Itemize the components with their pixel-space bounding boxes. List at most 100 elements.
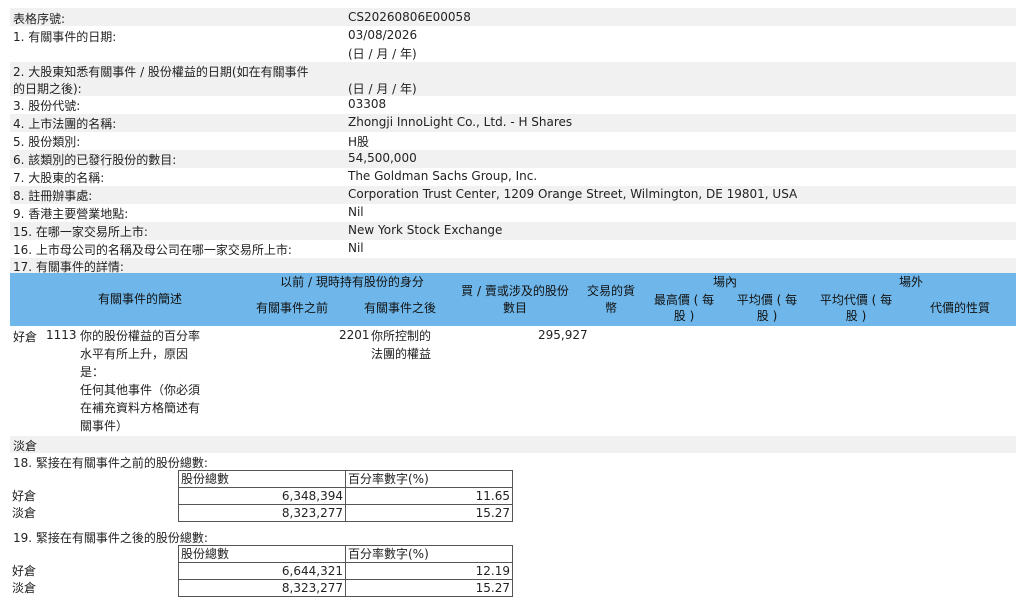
after-long-shares: 6,644,321 [178,562,346,580]
header-nature: 代價的性質 [929,301,990,315]
stock-code-value: 03308 [348,97,387,111]
event-desc-line: 水平有所上升，原因 [80,347,189,361]
stock-code-label: 3. 股份代號: [13,99,81,113]
before-total-label: 18. 緊接在有關事件之前的股份總數: [13,456,208,470]
row-parent-company: 16. 上市母公司的名稱及母公司在哪一家交易所上市: Nil [10,240,1016,258]
before-short-label: 淡倉 [12,506,37,520]
event-after-capacity: 你所控制的 法團的權益 [371,327,431,363]
issued-shares-label: 6. 該類別的已發行股份的數目: [13,153,177,167]
before-long-label: 好倉 [12,489,37,503]
header-shares-l1: 買 / 賣或涉及的股份 [461,284,569,298]
blank-cell [10,471,179,488]
header-high-l2: 股 ) [673,309,695,323]
before-col-shares: 股份總數 [178,470,346,488]
header-currency-l1: 交易的貨 [586,284,635,298]
event-desc-line: 關事件） [80,419,129,433]
exchange-label: 15. 在哪一家交易所上市: [13,225,148,239]
share-class-label: 5. 股份類別: [13,135,81,149]
event-after-code: 2201 [339,328,370,342]
row-company-name: 4. 上市法團的名稱: Zhongji InnoLight Co., Ltd. … [10,114,1016,132]
serial-value: CS20260806E00058 [348,10,471,24]
before-short-pct: 15.27 [345,504,513,522]
share-class-value: H股 [348,135,370,149]
event-shares: 295,927 [538,328,588,342]
aware-date-label-1: 2. 大股東知悉有關事件 / 股份權益的日期(如在有關事件 [13,65,309,79]
hk-office-label: 9. 香港主要營業地點: [13,207,129,221]
row-event-date: 1. 有關事件的日期: 03/08/2026 (日 / 月 / 年) [10,26,1016,62]
row-stock-code: 3. 股份代號: 03308 [10,96,1016,114]
after-short-label: 淡倉 [12,581,37,595]
event-description: 你的股份權益的百分率 水平有所上升，原因 是： 任何其他事件（你必須 在補充資料… [80,327,200,435]
header-capacity: 以前 / 現時持有股份的身分 [280,275,424,289]
header-high-l1: 最高價 ( 每 [653,293,715,307]
row-serial: 表格序號: CS20260806E00058 [10,8,1016,26]
event-after-line: 你所控制的 [371,329,432,343]
before-short-shares: 8,323,277 [178,504,346,522]
header-after: 有關事件之後 [363,301,436,315]
event-table-header: 有關事件的簡述 以前 / 現時持有股份的身分 有關事件之前 有關事件之後 買 /… [10,273,1016,326]
event-after-line: 法團的權益 [371,347,432,361]
event-date-label: 1. 有關事件的日期: [13,30,117,44]
serial-label: 表格序號: [13,12,66,26]
event-row: 好倉 1113 你的股份權益的百分率 水平有所上升，原因 是： 任何其他事件（你… [10,326,1016,436]
row-event-details: 17. 有關事件的詳情: [10,258,1016,274]
row-registered-office: 8. 註冊辦事處: Corporation Trust Center, 1209… [10,186,1016,204]
parent-company-label: 16. 上市母公司的名稱及母公司在哪一家交易所上市: [13,243,292,257]
issued-shares-value: 54,500,000 [348,151,417,165]
after-total-label: 19. 緊接在有關事件之後的股份總數: [13,531,208,545]
event-desc-line: 你的股份權益的百分率 [80,329,201,343]
after-long-pct: 12.19 [345,562,513,580]
shareholder-name-label: 7. 大股東的名稱: [13,171,105,185]
short-position-label: 淡倉 [13,439,38,453]
after-short-pct: 15.27 [345,579,513,597]
header-avgc-l1: 平均代價 ( 每 [819,293,893,307]
row-before-total: 18. 緊接在有關事件之前的股份總數: [10,453,1016,470]
before-col-pct: 百分率數字(%) [345,470,513,488]
event-date-value: 03/08/2026 [348,28,418,42]
header-avgc-l2: 股 ) [845,309,867,323]
event-date-format: (日 / 月 / 年) [348,47,417,61]
table-row: 淡倉 8,323,277 15.27 [10,504,513,522]
parent-company-value: Nil [348,241,364,255]
registered-office-label: 8. 註冊辦事處: [13,189,93,203]
after-total-table: 股份總數 百分率數字(%) 好倉 6,644,321 12.19 淡倉 8,32… [10,545,513,597]
header-off-exchange: 場外 [898,275,923,289]
header-desc: 有關事件的簡述 [97,292,182,306]
row-shareholder-name: 7. 大股東的名稱: The Goldman Sachs Group, Inc. [10,168,1016,186]
event-desc-line: 在補充資料方格簡述有 [80,401,201,415]
after-col-pct: 百分率數字(%) [345,545,513,563]
row-hk-office: 9. 香港主要營業地點: Nil [10,204,1016,222]
company-name-value: Zhongji InnoLight Co., Ltd. - H Shares [348,115,573,129]
header-before: 有關事件之前 [255,301,328,315]
header-avg-l1: 平均價 ( 每 [736,293,798,307]
before-long-pct: 11.65 [345,487,513,505]
registered-office-value: Corporation Trust Center, 1209 Orange St… [348,187,798,201]
row-exchange: 15. 在哪一家交易所上市: New York Stock Exchange [10,222,1016,240]
shareholder-name-value: The Goldman Sachs Group, Inc. [348,169,538,183]
row-aware-date: 2. 大股東知悉有關事件 / 股份權益的日期(如在有關事件 的日期之後): (日… [10,62,1016,96]
table-row: 淡倉 8,323,277 15.27 [10,579,513,597]
header-currency-l2: 幣 [604,301,617,315]
aware-date-label-2: 的日期之後): [13,82,82,96]
after-col-shares: 股份總數 [178,545,346,563]
before-long-shares: 6,348,394 [178,487,346,505]
header-on-exchange: 場內 [712,275,737,289]
event-desc-line: 任何其他事件（你必須 [80,383,201,397]
before-total-table: 股份總數 百分率數字(%) 好倉 6,348,394 11.65 淡倉 8,32… [10,470,513,522]
blank-cell [10,546,179,563]
table-row: 股份總數 百分率數字(%) [10,545,513,563]
aware-date-format: (日 / 月 / 年) [348,82,417,96]
event-position: 好倉 [13,330,38,344]
event-desc-line: 是： [80,365,105,379]
header-avg-l2: 股 ) [756,309,778,323]
header-shares-l2: 數目 [502,301,527,315]
row-after-total: 19. 緊接在有關事件之後的股份總數: [10,528,1016,545]
row-short-position: 淡倉 [10,436,1016,453]
company-name-label: 4. 上市法團的名稱: [13,117,117,131]
after-long-label: 好倉 [12,564,37,578]
hk-office-value: Nil [348,205,364,219]
table-row: 好倉 6,644,321 12.19 [10,562,513,580]
table-row: 股份總數 百分率數字(%) [10,470,513,488]
row-issued-shares: 6. 該類別的已發行股份的數目: 54,500,000 [10,150,1016,168]
exchange-value: New York Stock Exchange [348,223,503,237]
